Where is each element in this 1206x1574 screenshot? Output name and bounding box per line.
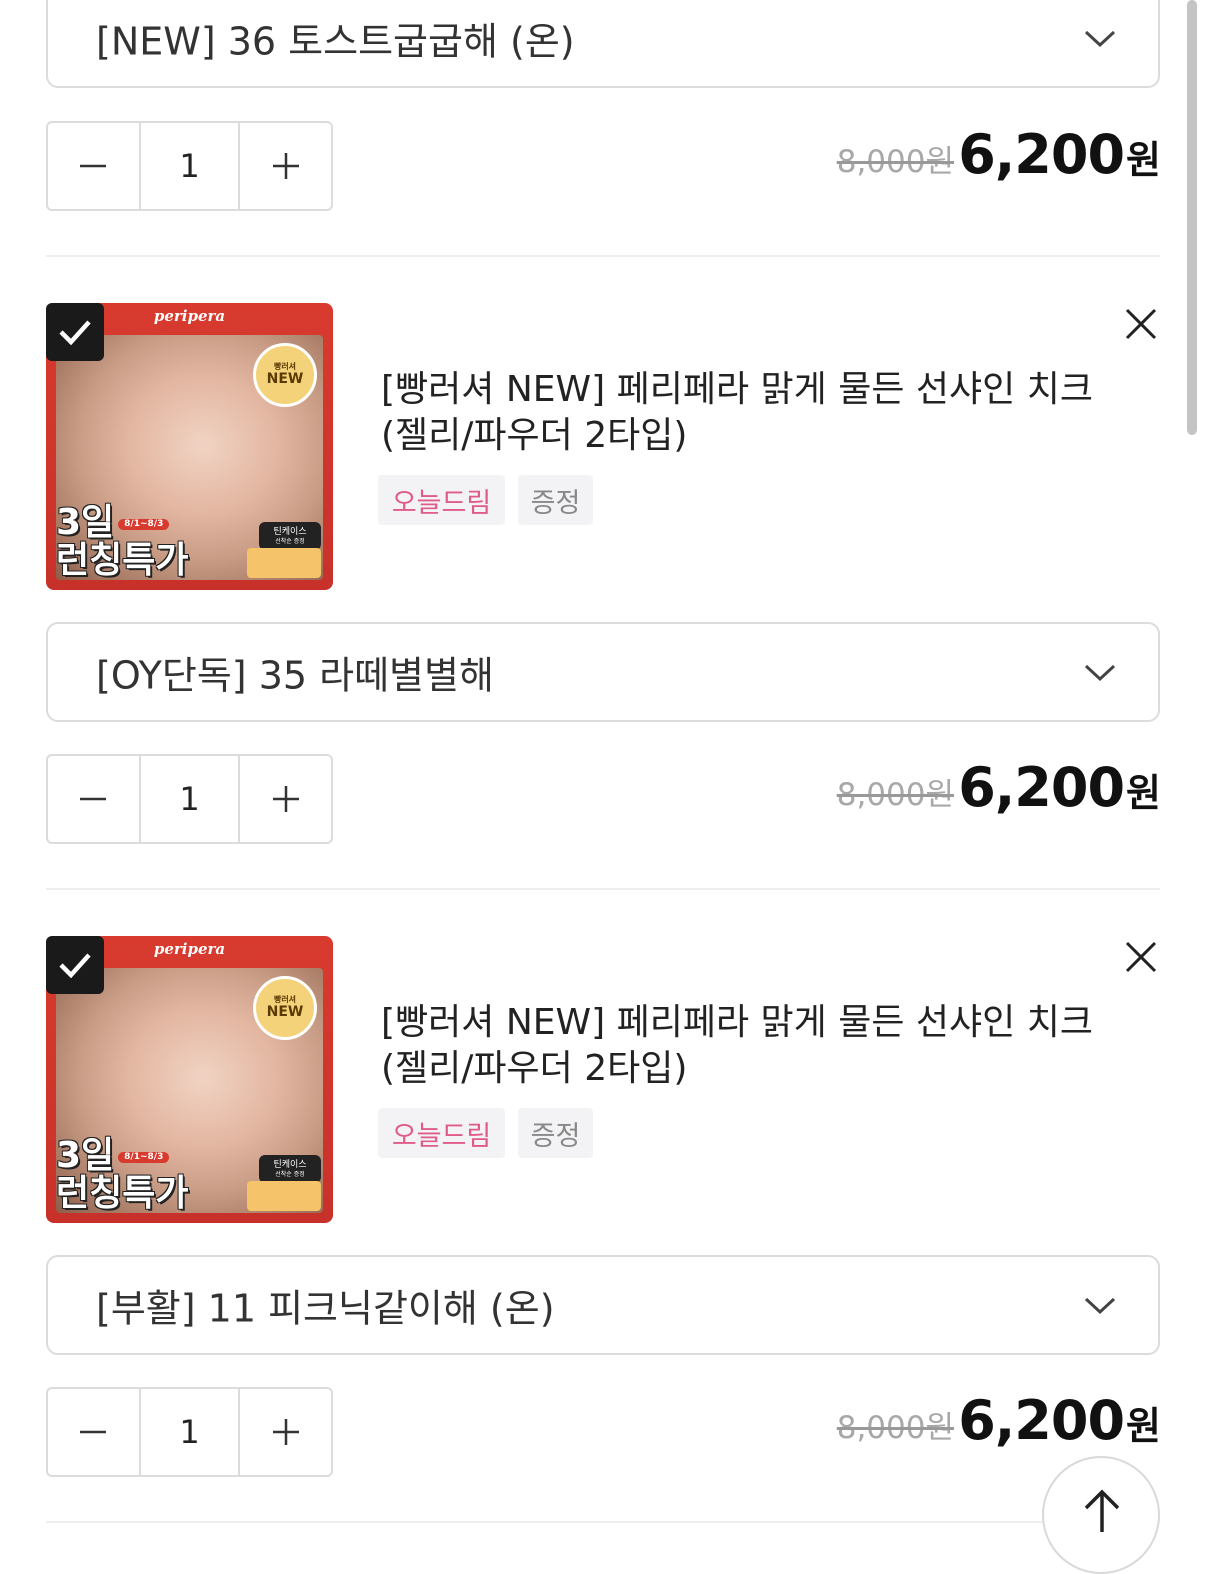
decrease-quantity-button[interactable]: [48, 1389, 139, 1475]
new-badge: 빵러셔 NEW: [253, 343, 317, 407]
original-price: 8,000원: [836, 777, 954, 813]
close-icon: [1125, 941, 1157, 973]
option-select[interactable]: [부활] 11 피크닉같이해 (온): [46, 1255, 1160, 1355]
product-title[interactable]: [빵러셔 NEW] 페리페라 맑게 물든 선샤인 치크 (젤리/파우더 2타입): [381, 1000, 1111, 1092]
promo-line2: 런칭특가: [56, 540, 189, 582]
decrease-quantity-button[interactable]: [48, 123, 139, 209]
tag-today-dream: 오늘드림: [378, 475, 505, 525]
checkmark-icon: [59, 320, 91, 346]
new-badge-main: NEW: [266, 1004, 304, 1021]
item-divider: [46, 1521, 1160, 1523]
option-select-value: [NEW] 36 토스트굽굽해 (온): [96, 19, 575, 64]
sale-price-unit: 원: [1126, 138, 1161, 182]
minus-icon: [80, 164, 107, 168]
option-select[interactable]: [OY단독] 35 라떼별별해: [46, 622, 1160, 722]
new-badge-top: 빵러셔: [273, 994, 297, 1004]
plus-icon: [272, 1419, 299, 1445]
sale-price-amount: 6,200: [958, 756, 1125, 819]
remove-item-button[interactable]: [1122, 305, 1160, 343]
chevron-down-icon: [1084, 1297, 1116, 1315]
quantity-value[interactable]: 1: [138, 1389, 241, 1475]
sale-price-unit: 원: [1126, 771, 1161, 815]
item-select-checkbox[interactable]: [46, 936, 104, 994]
option-select[interactable]: [NEW] 36 토스트굽굽해 (온): [46, 0, 1160, 88]
sale-price: 6,200원: [958, 123, 1161, 186]
remove-item-button[interactable]: [1122, 938, 1160, 976]
quantity-value[interactable]: 1: [138, 123, 241, 209]
gift-badge: 틴케이스 선착순 증정: [259, 1155, 321, 1183]
sale-price-amount: 6,200: [958, 123, 1125, 186]
gift-badge-line2: 선착순 증정: [275, 537, 305, 545]
scroll-to-top-button[interactable]: [1042, 1456, 1160, 1574]
promo-line1: 3일: [56, 1135, 115, 1177]
quantity-value[interactable]: 1: [138, 756, 241, 842]
new-badge: 빵러셔 NEW: [253, 976, 317, 1040]
arrow-up-icon: [1084, 1489, 1120, 1532]
option-select-value: [OY단독] 35 라떼별별해: [96, 653, 494, 698]
product-title[interactable]: [빵러셔 NEW] 페리페라 맑게 물든 선샤인 치크 (젤리/파우더 2타입): [381, 367, 1111, 459]
sale-price: 6,200원: [958, 1389, 1161, 1452]
quantity-stepper: 1: [46, 121, 333, 211]
scrollbar[interactable]: [1187, 0, 1197, 435]
promo-line2: 런칭특가: [56, 1173, 189, 1215]
minus-icon: [80, 797, 107, 801]
plus-icon: [272, 786, 299, 812]
item-select-checkbox[interactable]: [46, 303, 104, 361]
increase-quantity-button[interactable]: [240, 1389, 331, 1475]
quantity-stepper: 1: [46, 754, 333, 844]
promo-dates: 8/1~8/3: [118, 518, 170, 531]
tag-gift: 증정: [518, 1108, 593, 1158]
option-select-value: [부활] 11 피크닉같이해 (온): [96, 1286, 555, 1331]
item-divider: [46, 888, 1160, 890]
tag-today-dream: 오늘드림: [378, 1108, 505, 1158]
chevron-down-icon: [1084, 664, 1116, 682]
item-divider: [46, 255, 1160, 257]
gift-badge-line1: 틴케이스: [273, 527, 307, 537]
increase-quantity-button[interactable]: [240, 756, 331, 842]
sale-price-amount: 6,200: [958, 1389, 1125, 1452]
promo-line1: 3일: [56, 502, 115, 544]
promo-text: 3일 8/1~8/3 런칭특가: [56, 1137, 188, 1213]
gift-badge: 틴케이스 선착순 증정: [259, 522, 321, 550]
gift-badge-line1: 틴케이스: [273, 1160, 307, 1170]
sale-price: 6,200원: [958, 756, 1161, 819]
tag-gift: 증정: [518, 475, 593, 525]
close-icon: [1125, 308, 1157, 340]
quantity-stepper: 1: [46, 1387, 333, 1477]
increase-quantity-button[interactable]: [240, 123, 331, 209]
plus-icon: [272, 153, 299, 179]
decrease-quantity-button[interactable]: [48, 756, 139, 842]
chevron-down-icon: [1084, 30, 1116, 48]
tin-case-image: [247, 1181, 321, 1211]
gift-badge-line2: 선착순 증정: [275, 1170, 305, 1178]
original-price: 8,000원: [836, 144, 954, 180]
checkmark-icon: [59, 953, 91, 979]
sale-price-unit: 원: [1126, 1404, 1161, 1448]
promo-text: 3일 8/1~8/3 런칭특가: [56, 504, 188, 580]
new-badge-top: 빵러셔: [273, 361, 297, 371]
promo-dates: 8/1~8/3: [118, 1151, 170, 1164]
original-price: 8,000원: [836, 1410, 954, 1446]
new-badge-main: NEW: [266, 371, 304, 388]
tin-case-image: [247, 548, 321, 578]
minus-icon: [80, 1430, 107, 1434]
